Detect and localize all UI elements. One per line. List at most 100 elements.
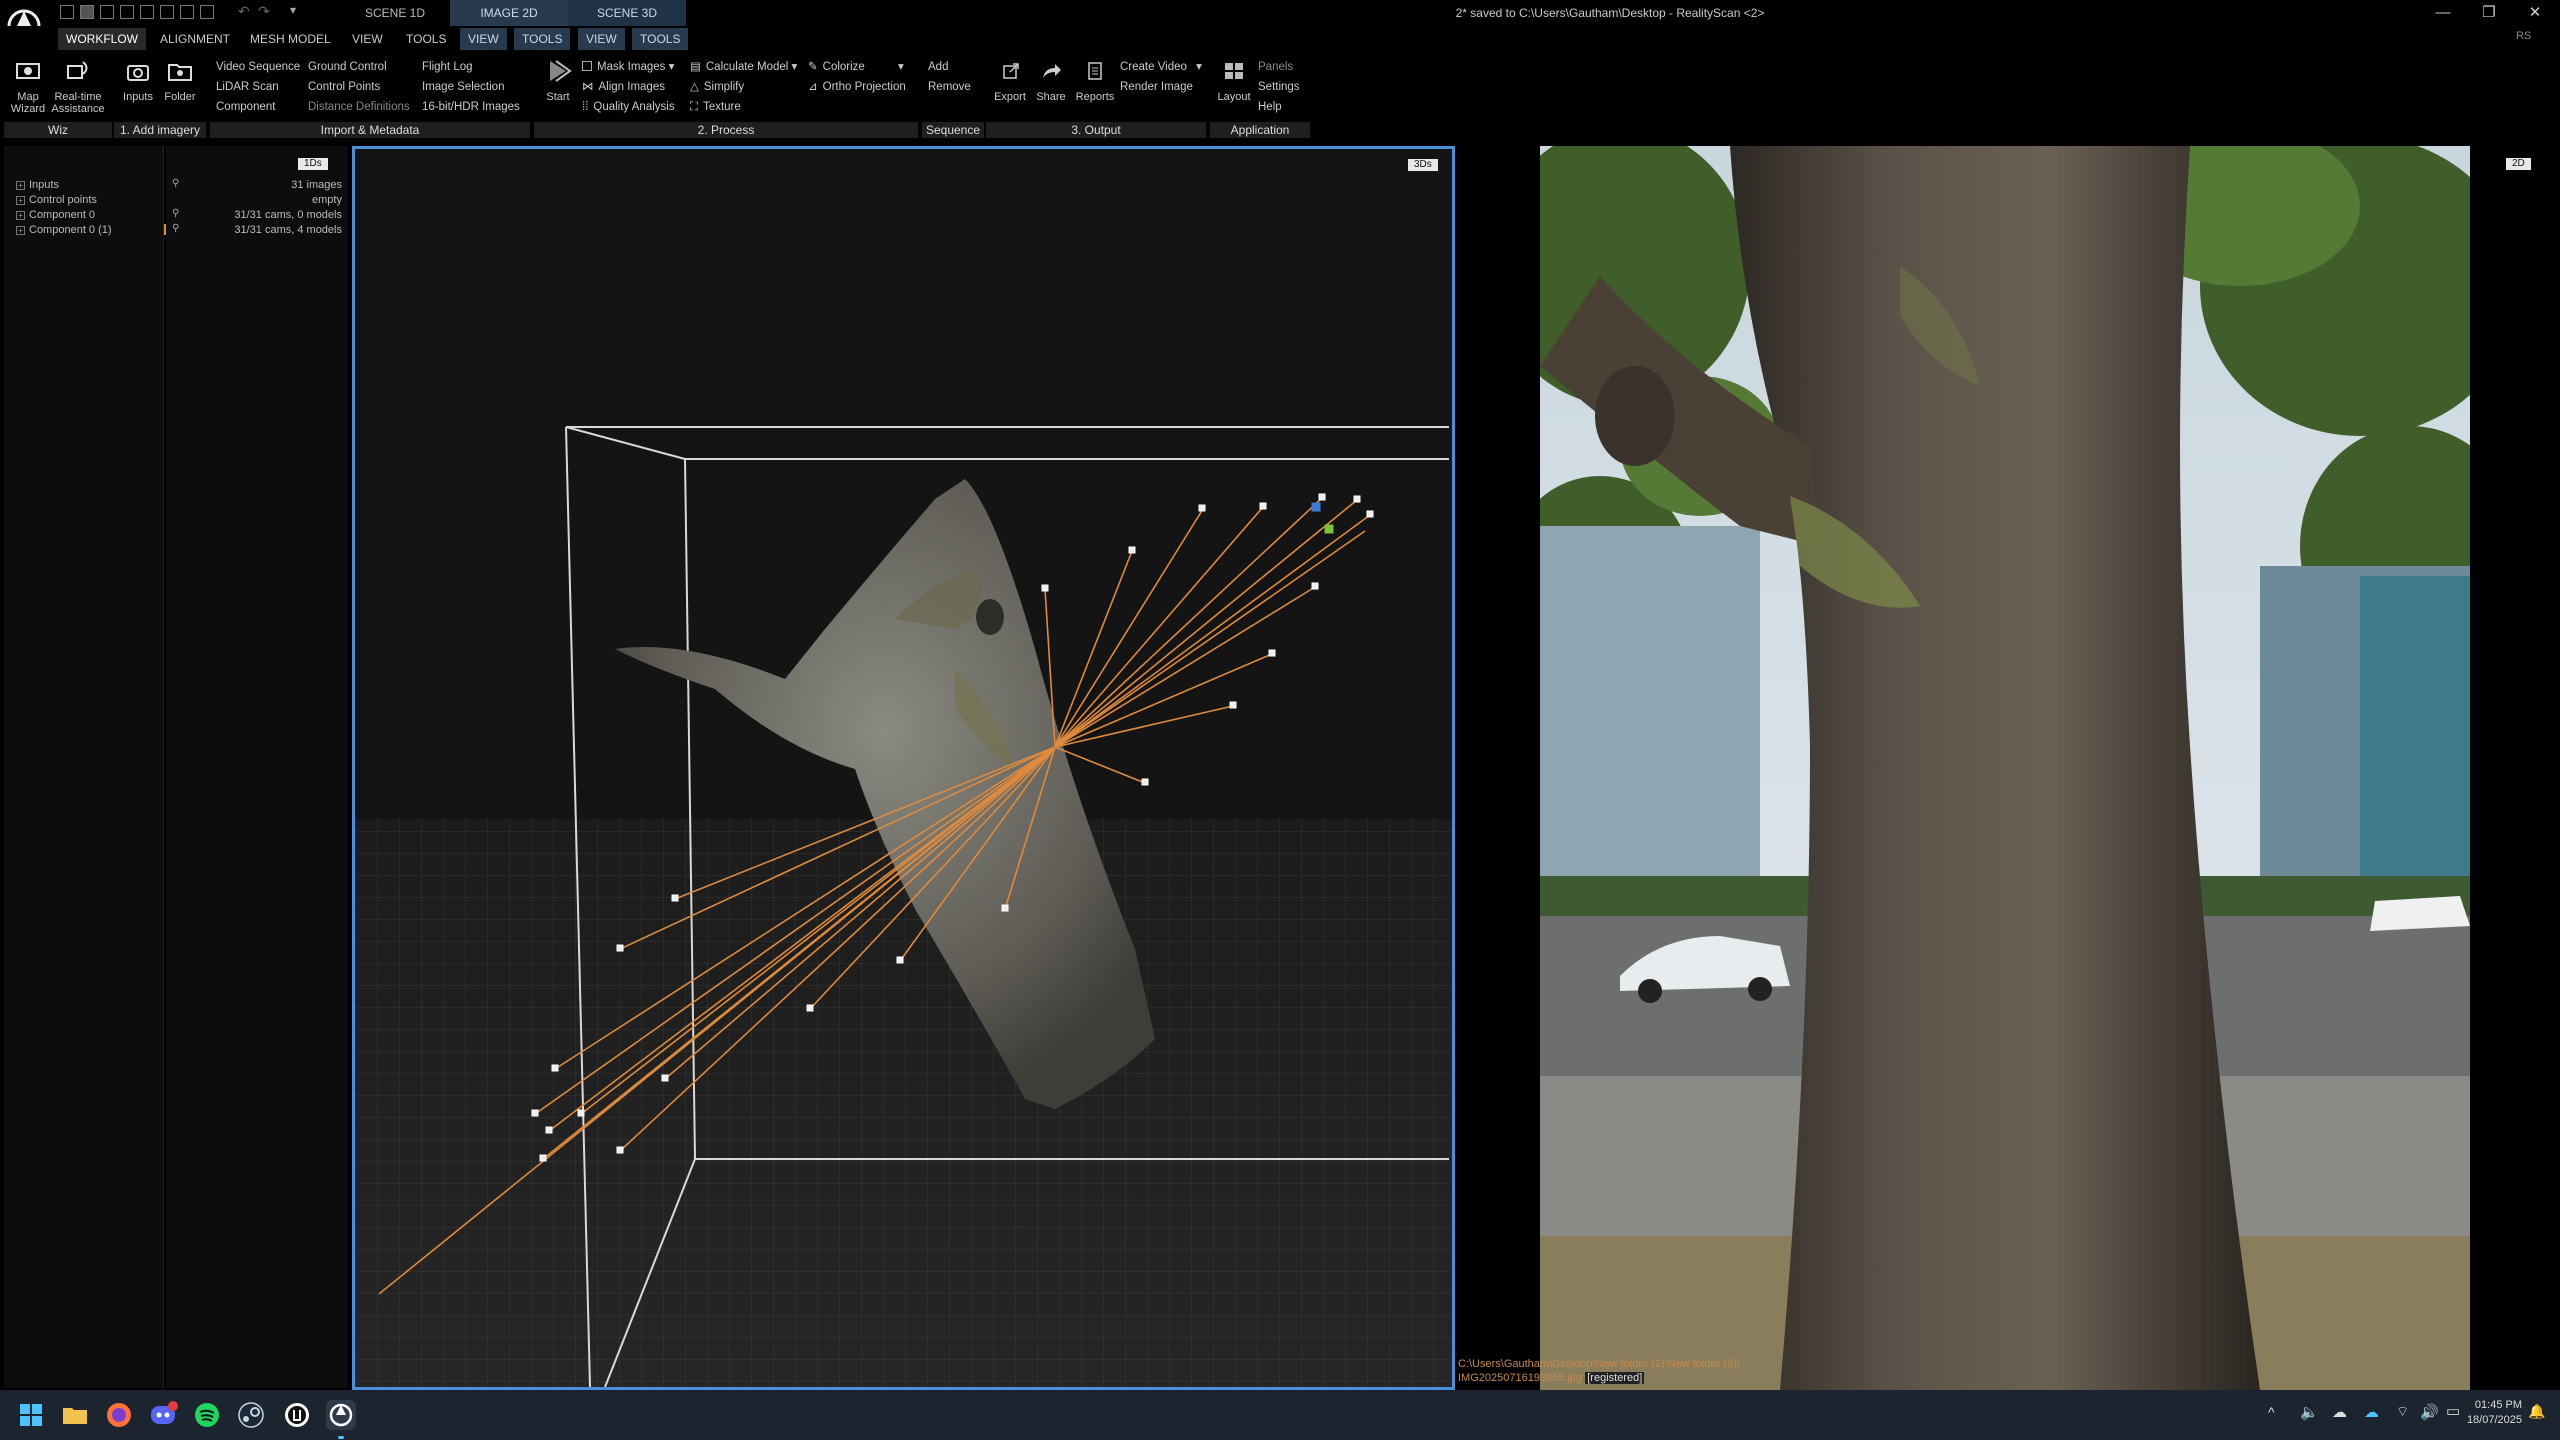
tab-tools-3d[interactable]: TOOLS <box>632 28 689 50</box>
sequence-add-button[interactable]: Add <box>928 57 978 77</box>
layout-rows-icon[interactable] <box>180 5 194 19</box>
tab-alignment[interactable]: ALIGNMENT <box>152 28 238 50</box>
distance-definitions-button[interactable]: Distance Definitions <box>308 97 418 117</box>
start-button[interactable]: Start <box>540 58 576 103</box>
image-2d-viewport[interactable]: 2D C:\Users\Gautham\Desktop\New folder (… <box>1456 146 2560 1390</box>
panels-button[interactable]: Panels <box>1258 57 1318 77</box>
firefox-icon[interactable] <box>104 1400 134 1430</box>
scene-3d-canvas[interactable] <box>355 149 1452 1387</box>
tab-mesh-model[interactable]: MESH MODEL <box>242 28 339 50</box>
onedrive-icon[interactable]: ☁ <box>2332 1403 2347 1421</box>
expand-icon[interactable]: + <box>16 226 25 235</box>
layout-button[interactable]: Layout <box>1216 58 1252 103</box>
layout-single-icon[interactable] <box>60 5 74 19</box>
unreal-icon[interactable] <box>282 1400 312 1430</box>
tab-image-2d[interactable]: IMAGE 2D <box>450 0 568 26</box>
discord-icon[interactable] <box>148 1400 178 1430</box>
create-video-button[interactable]: Create Video ▾ <box>1120 57 1210 77</box>
clock[interactable]: 01:45 PM 18/07/2025 <box>2452 1398 2522 1428</box>
align-images-button[interactable]: ⋈ Align Images <box>582 77 692 97</box>
tree-item-component-0[interactable]: + Component 0 <box>16 208 95 223</box>
layout-label: Layout <box>1217 91 1251 103</box>
tab-view[interactable]: VIEW <box>344 28 391 50</box>
pin-icon[interactable]: ⚲ <box>172 208 179 219</box>
ground-control-button[interactable]: Ground Control <box>308 57 418 77</box>
tab-tools-2d[interactable]: TOOLS <box>514 28 571 50</box>
wifi-icon[interactable]: ⌔ <box>2396 1403 2409 1421</box>
video-sequence-button[interactable]: Video Sequence <box>216 57 306 77</box>
simplify-icon: △ <box>690 81 699 93</box>
spotify-icon[interactable] <box>192 1400 222 1430</box>
simplify-button[interactable]: △ Simplify <box>690 77 805 97</box>
close-icon[interactable]: ✕ <box>2512 0 2558 26</box>
layout-columns-icon[interactable] <box>160 5 174 19</box>
hdr-images-button[interactable]: 16-bit/HDR Images <box>422 97 532 117</box>
simplify-label: Simplify <box>703 81 745 93</box>
help-button[interactable]: Help <box>1258 97 1318 117</box>
explorer-icon[interactable] <box>60 1400 90 1430</box>
layout-four-icon[interactable] <box>120 5 134 19</box>
image-selection-button[interactable]: Image Selection <box>422 77 532 97</box>
pin-icon[interactable]: ⚲ <box>172 223 179 234</box>
start-icon[interactable] <box>16 1400 46 1430</box>
chevron-up-icon[interactable]: ^ <box>2268 1404 2275 1420</box>
map-wizard-button[interactable]: Map Wizard <box>6 58 50 115</box>
share-button[interactable]: Share <box>1030 58 1072 103</box>
photo-image[interactable] <box>1540 146 2470 1390</box>
quick-access-menu-icon[interactable]: ▾ <box>290 3 296 17</box>
settings-button[interactable]: Settings <box>1258 77 1318 97</box>
tree-item-inputs[interactable]: + Inputs <box>16 178 59 193</box>
tab-workflow[interactable]: WORKFLOW <box>58 28 146 50</box>
tab-scene-3d[interactable]: SCENE 3D <box>568 0 686 26</box>
layout-split-icon[interactable] <box>80 5 94 19</box>
reports-button[interactable]: Reports <box>1072 58 1118 103</box>
sequence-remove-button[interactable]: Remove <box>928 77 978 97</box>
layout-wide-icon[interactable] <box>200 5 214 19</box>
speaker-icon[interactable]: 🔈 <box>2300 1403 2319 1421</box>
expand-icon[interactable]: + <box>16 196 25 205</box>
control-points-button[interactable]: Control Points <box>308 77 418 97</box>
steam-icon[interactable] <box>236 1400 266 1430</box>
mask-images-button[interactable]: Mask Images ▾ <box>582 57 692 77</box>
render-image-button[interactable]: Render Image <box>1120 77 1210 97</box>
realtime-assistance-button[interactable]: Real-time Assistance <box>50 58 106 115</box>
tree-item-control-points[interactable]: + Control points <box>16 193 97 208</box>
tab-tools[interactable]: TOOLS <box>398 28 454 50</box>
tab-view-2d[interactable]: VIEW <box>460 28 507 50</box>
ortho-projection-icon: ⊿ <box>808 81 818 93</box>
tree-item-component-0-1[interactable]: + Component 0 (1) <box>16 223 112 238</box>
panel-tag-3ds[interactable]: 3Ds <box>1408 159 1438 171</box>
calculate-model-button[interactable]: ▤ Calculate Model ▾ <box>690 57 805 77</box>
expand-icon[interactable]: + <box>16 181 25 190</box>
layout-three-icon[interactable] <box>100 5 114 19</box>
panel-tag-1ds[interactable]: 1Ds <box>298 158 328 170</box>
restore-icon[interactable]: ❐ <box>2466 0 2512 26</box>
quality-analysis-button[interactable]: ⁞⁞ Quality Analysis <box>582 97 692 117</box>
notification-bell-icon[interactable]: 🔔 <box>2528 1403 2545 1420</box>
panel-tag-2d[interactable]: 2D <box>2506 158 2531 170</box>
ortho-projection-button[interactable]: ⊿ Ortho Projection <box>808 77 918 97</box>
inputs-label: Inputs <box>123 91 153 103</box>
lidar-scan-button[interactable]: LiDAR Scan <box>216 77 306 97</box>
inputs-button[interactable]: Inputs <box>118 58 158 103</box>
tab-view-3d[interactable]: VIEW <box>578 28 625 50</box>
tree-item-label: Component 0 <box>29 209 96 221</box>
pin-icon[interactable]: ⚲ <box>172 178 179 189</box>
undo-icon[interactable]: ↶ <box>238 3 250 20</box>
colorize-button[interactable]: ✎ Colorize ▾ <box>808 57 918 77</box>
redo-icon[interactable]: ↷ <box>258 3 270 20</box>
tab-scene-1d[interactable]: SCENE 1D <box>330 0 460 26</box>
export-button[interactable]: Export <box>990 58 1030 103</box>
expand-icon[interactable]: + <box>16 211 25 220</box>
layout-grid-icon[interactable] <box>140 5 154 19</box>
minimize-icon[interactable]: — <box>2420 0 2466 26</box>
folder-button[interactable]: Folder <box>160 58 200 103</box>
realityscan-icon[interactable] <box>326 1400 356 1430</box>
texture-button[interactable]: ⛶ Texture <box>690 97 805 117</box>
flight-log-button[interactable]: Flight Log <box>422 57 532 77</box>
image-path: C:\Users\Gautham\Desktop\New folder (2)\… <box>1458 1358 1740 1370</box>
cloud-sync-icon[interactable]: ☁ <box>2364 1403 2379 1421</box>
scene-3d-viewport[interactable]: 3Ds <box>352 146 1455 1390</box>
volume-icon[interactable]: 🔊 <box>2420 1403 2439 1421</box>
component-button[interactable]: Component <box>216 97 306 117</box>
